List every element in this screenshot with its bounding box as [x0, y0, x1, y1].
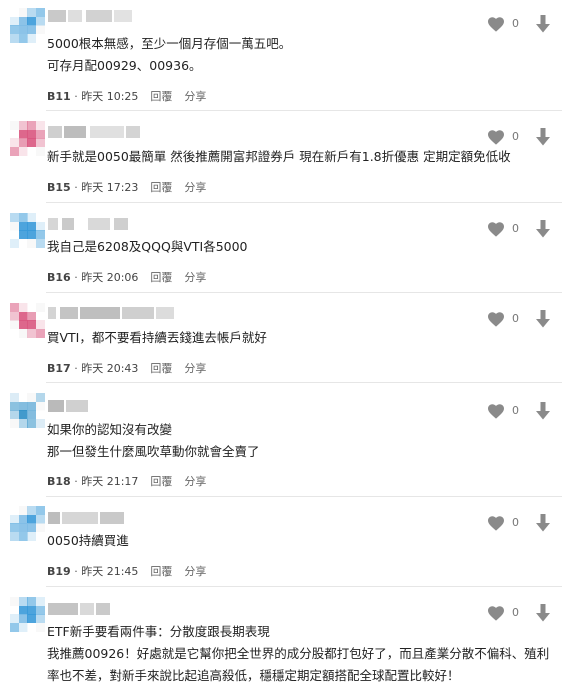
comment-line: 新手就是0050最簡單 然後推薦開富邦證券戶 現在新戶有1.8折優惠 定期定額免…	[47, 149, 511, 164]
meta-separator: ·	[70, 475, 82, 488]
like-count: 0	[512, 606, 519, 619]
comment-divider	[46, 382, 562, 383]
comment-meta: B16 · 昨天 20:06 回覆 分享	[47, 269, 206, 285]
share-button[interactable]: 分享	[184, 271, 206, 284]
heart-icon[interactable]	[487, 403, 505, 419]
like-count: 0	[512, 17, 519, 30]
comment-text: ETF新手要看兩件事：分散度跟長期表現我推薦00926！好處就是它幫你把全世界的…	[47, 621, 556, 687]
reply-button[interactable]: 回覆	[150, 362, 172, 375]
share-button[interactable]: 分享	[184, 90, 206, 103]
like-count: 0	[512, 404, 519, 417]
vote-controls: 0	[487, 402, 553, 421]
like-count: 0	[512, 130, 519, 143]
heart-icon[interactable]	[487, 515, 505, 531]
arrow-down-icon[interactable]	[535, 128, 551, 146]
comment-meta: B18 · 昨天 21:17 回覆 分享	[47, 473, 206, 489]
like-count: 0	[512, 222, 519, 235]
reply-button[interactable]: 回覆	[150, 565, 172, 578]
comment-divider	[46, 202, 562, 203]
reply-button[interactable]: 回覆	[150, 181, 172, 194]
meta-separator: ·	[70, 90, 82, 103]
comment-text: 買VTI，都不要看持續丟錢進去帳戶就好	[47, 327, 556, 349]
timestamp: 昨天 20:43	[81, 362, 139, 375]
vote-controls: 0	[487, 604, 553, 623]
meta-separator: ·	[70, 181, 82, 194]
timestamp: 昨天 17:23	[81, 181, 139, 194]
reply-button[interactable]: 回覆	[150, 271, 172, 284]
comment-line: 如果你的認知沒有改變	[47, 422, 173, 437]
share-button[interactable]: 分享	[184, 565, 206, 578]
avatar[interactable]	[10, 213, 45, 248]
vote-controls: 0	[487, 310, 553, 329]
comment-line: 我自己是6208及QQQ與VTI各5000	[47, 239, 248, 254]
share-button[interactable]: 分享	[184, 475, 206, 488]
heart-icon[interactable]	[487, 129, 505, 145]
comment-divider	[46, 292, 562, 293]
timestamp: 昨天 10:25	[81, 90, 139, 103]
floor-label: B19	[47, 565, 71, 578]
avatar[interactable]	[10, 303, 45, 338]
avatar[interactable]	[10, 393, 45, 428]
comment-text: 0050持續買進	[47, 530, 556, 552]
comment-line: 率也不差，對新手來說比起追高殺低，穩穩定期定額搭配全球配置比較好！	[47, 668, 460, 683]
timestamp: 昨天 20:06	[81, 271, 139, 284]
comment-line: 我推薦00926！好處就是它幫你把全世界的成分股都打包好了，而且產業分散不偏科、…	[47, 646, 550, 661]
comment-meta: B15 · 昨天 17:23 回覆 分享	[47, 179, 206, 195]
reply-button[interactable]: 回覆	[150, 475, 172, 488]
arrow-down-icon[interactable]	[535, 15, 551, 33]
heart-icon[interactable]	[487, 605, 505, 621]
comment-text: 新手就是0050最簡單 然後推薦開富邦證券戶 現在新戶有1.8折優惠 定期定額免…	[47, 146, 556, 168]
floor-label: B18	[47, 475, 71, 488]
like-count: 0	[512, 516, 519, 529]
comment-line: 那一但發生什麼風吹草動你就會全賣了	[47, 444, 260, 459]
arrow-down-icon[interactable]	[535, 604, 551, 622]
comment-meta: B17 · 昨天 20:43 回覆 分享	[47, 360, 206, 376]
vote-controls: 0	[487, 128, 553, 147]
floor-label: B16	[47, 271, 71, 284]
comment-meta: B19 · 昨天 21:45 回覆 分享	[47, 563, 206, 579]
arrow-down-icon[interactable]	[535, 402, 551, 420]
meta-separator: ·	[70, 271, 82, 284]
comment-line: 5000根本無感，至少一個月存個一萬五吧。	[47, 36, 292, 51]
comment-text: 如果你的認知沒有改變那一但發生什麼風吹草動你就會全賣了	[47, 419, 556, 463]
comment-divider	[46, 110, 562, 111]
comment-line: 買VTI，都不要看持續丟錢進去帳戶就好	[47, 330, 267, 345]
avatar[interactable]	[10, 506, 45, 541]
arrow-down-icon[interactable]	[535, 514, 551, 532]
comment-text: 我自己是6208及QQQ與VTI各5000	[47, 236, 556, 258]
comment-line: 可存月配00929、00936。	[47, 58, 202, 73]
comment-divider	[46, 496, 562, 497]
comment-line: 0050持續買進	[47, 533, 129, 548]
heart-icon[interactable]	[487, 311, 505, 327]
heart-icon[interactable]	[487, 221, 505, 237]
meta-separator: ·	[70, 565, 82, 578]
floor-label: B15	[47, 181, 71, 194]
timestamp: 昨天 21:45	[81, 565, 139, 578]
heart-icon[interactable]	[487, 16, 505, 32]
share-button[interactable]: 分享	[184, 181, 206, 194]
avatar[interactable]	[10, 121, 45, 156]
vote-controls: 0	[487, 220, 553, 239]
floor-label: B17	[47, 362, 71, 375]
arrow-down-icon[interactable]	[535, 310, 551, 328]
reply-button[interactable]: 回覆	[150, 90, 172, 103]
avatar[interactable]	[10, 8, 45, 43]
vote-controls: 0	[487, 15, 553, 34]
comment-line: ETF新手要看兩件事：分散度跟長期表現	[47, 624, 270, 639]
timestamp: 昨天 21:17	[81, 475, 139, 488]
floor-label: B11	[47, 90, 71, 103]
avatar[interactable]	[10, 597, 45, 632]
arrow-down-icon[interactable]	[535, 220, 551, 238]
vote-controls: 0	[487, 514, 553, 533]
share-button[interactable]: 分享	[184, 362, 206, 375]
comment-text: 5000根本無感，至少一個月存個一萬五吧。 可存月配00929、00936。	[47, 33, 556, 77]
comment-meta: B11 · 昨天 10:25 回覆 分享	[47, 88, 206, 104]
meta-separator: ·	[70, 362, 82, 375]
comment-divider	[46, 586, 562, 587]
like-count: 0	[512, 312, 519, 325]
